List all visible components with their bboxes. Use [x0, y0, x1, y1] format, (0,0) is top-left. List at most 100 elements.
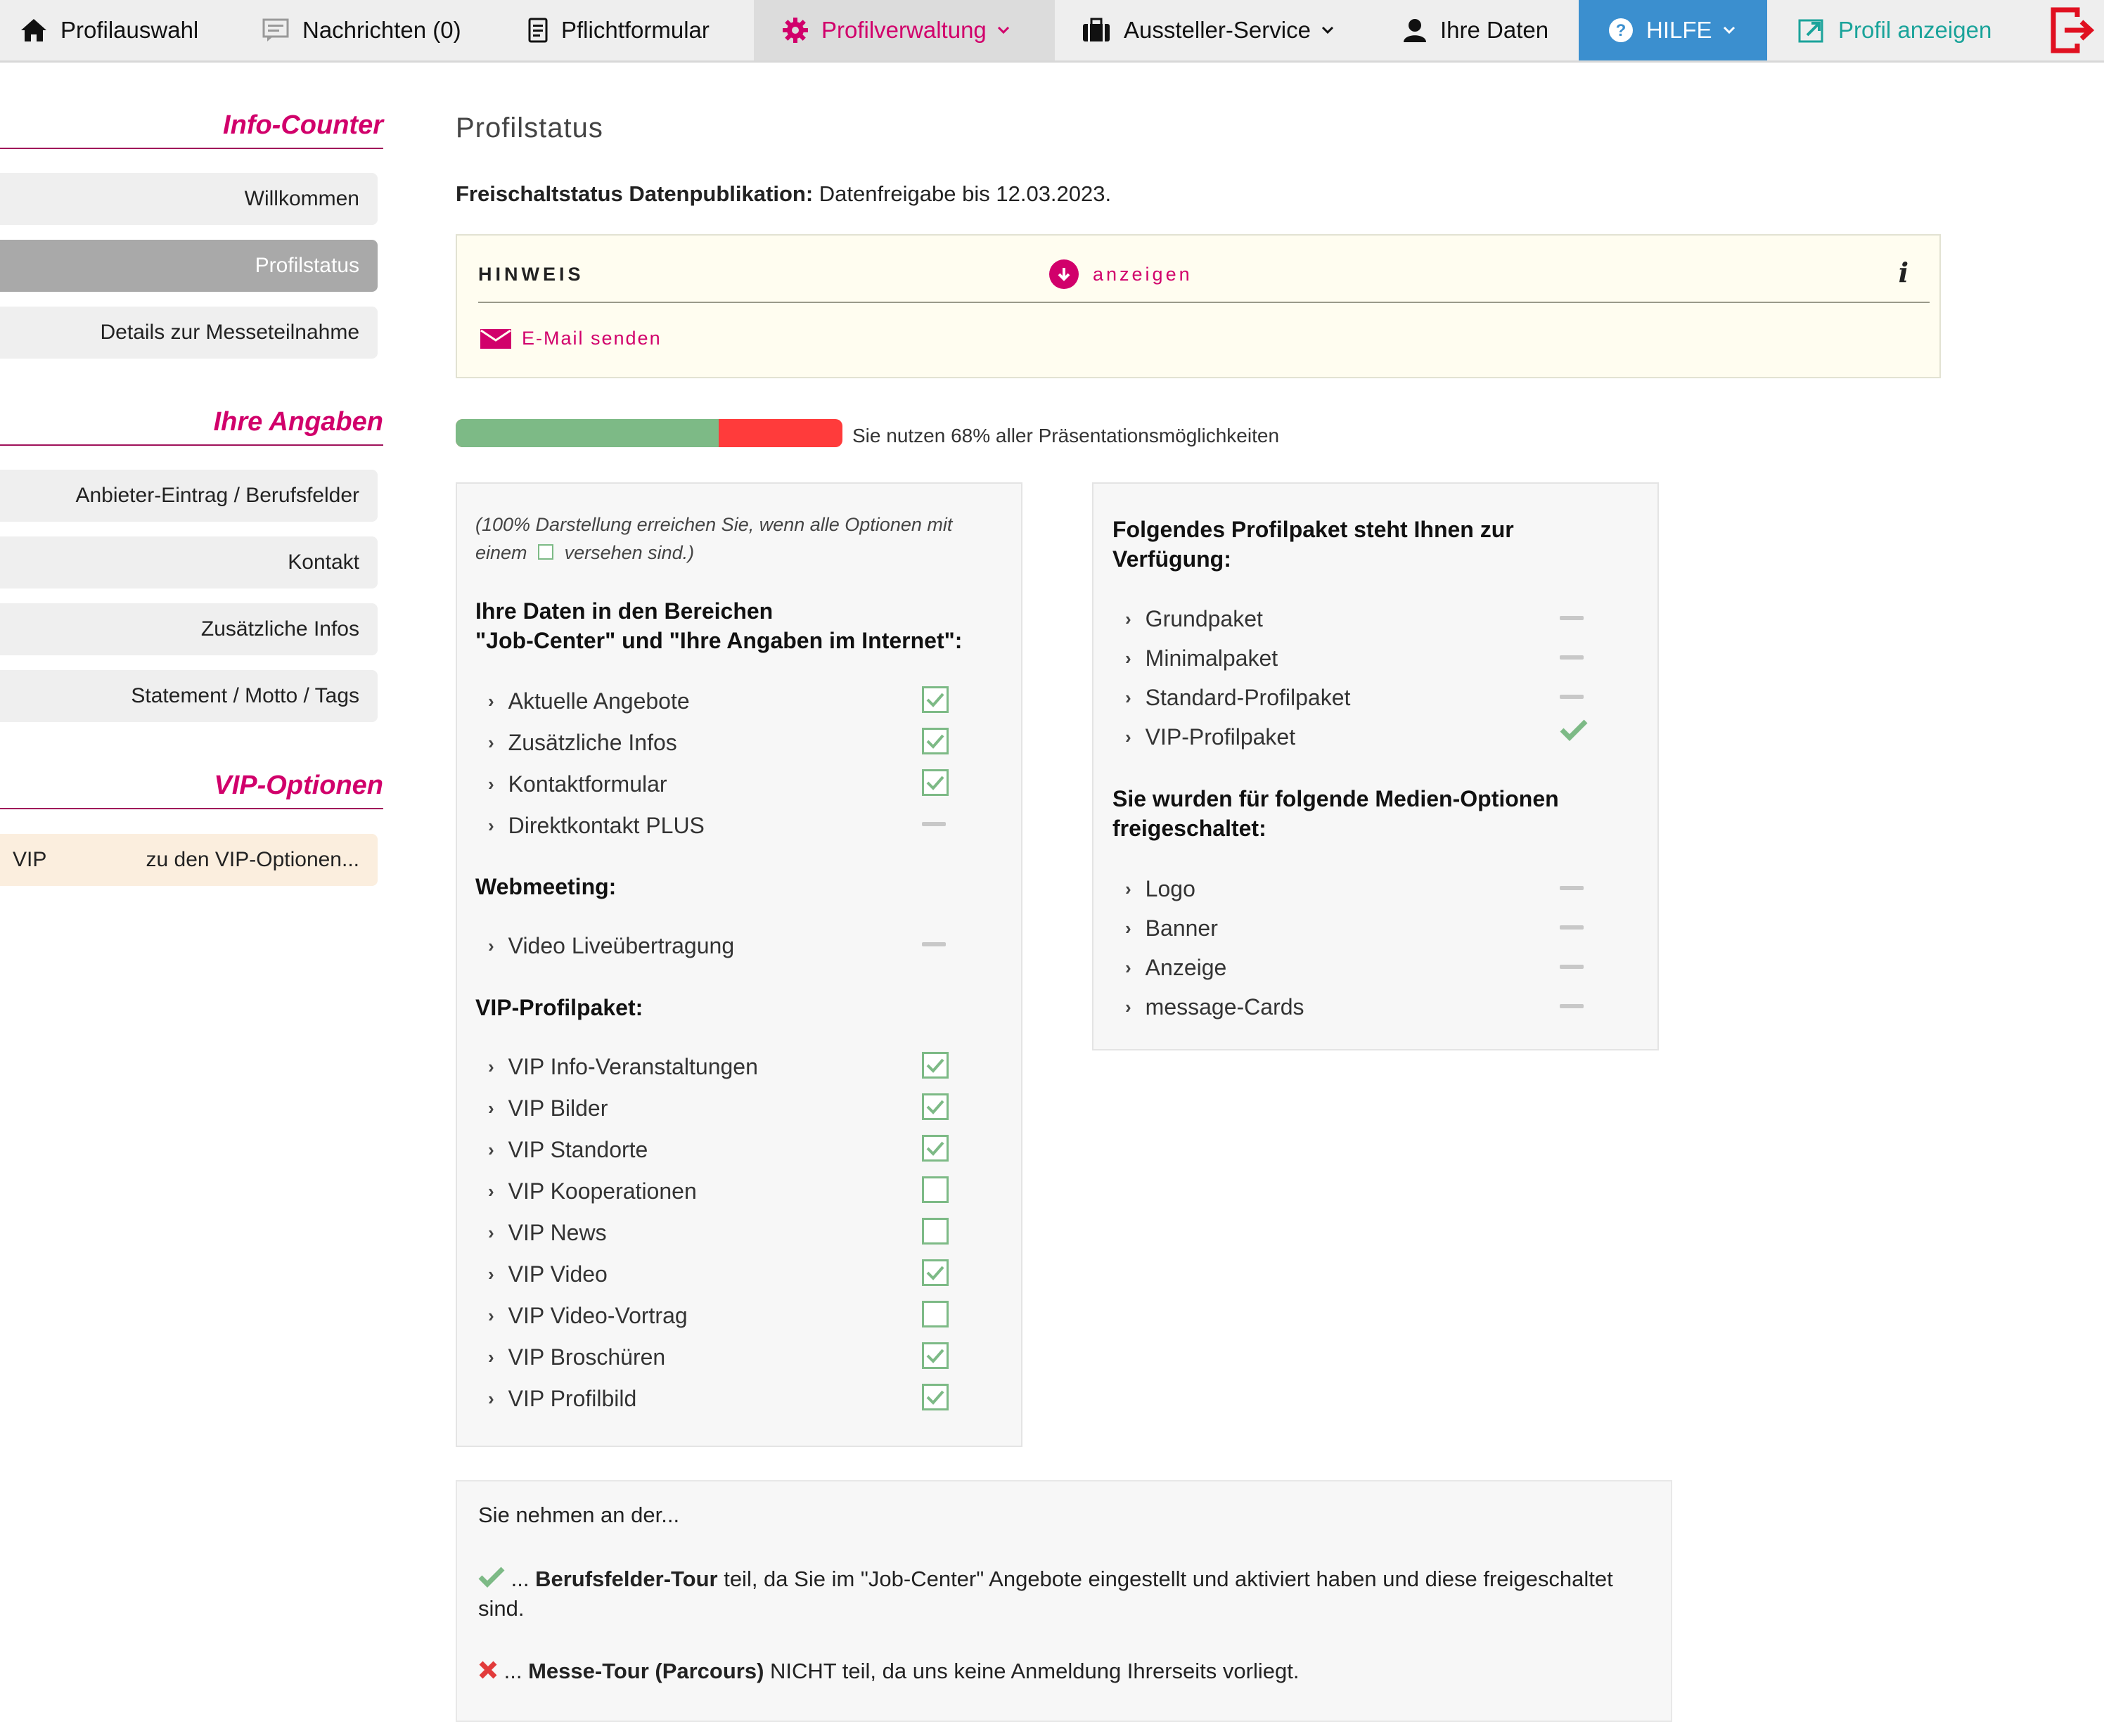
- status-indicator: [1560, 719, 1588, 745]
- nav-aussteller-service[interactable]: Aussteller-Service: [1082, 0, 1335, 60]
- chevron-right-icon: ›: [488, 1263, 494, 1285]
- sidebar-item-label: Statement / Motto / Tags: [131, 684, 359, 707]
- chevron-right-icon: ›: [488, 1097, 494, 1119]
- list-item: › VIP-Profilpaket: [1125, 724, 1296, 750]
- logout-button[interactable]: [2051, 0, 2104, 60]
- chevron-right-icon: ›: [488, 1304, 494, 1326]
- nav-profil-anzeigen-label: Profil anzeigen: [1838, 17, 1992, 43]
- status-indicator: [922, 1135, 949, 1162]
- dash-icon: [922, 822, 946, 826]
- nav-profilverwaltung[interactable]: Profilverwaltung: [754, 0, 1055, 60]
- list-item: › Anzeige: [1125, 954, 1227, 980]
- chevron-right-icon: ›: [488, 1180, 494, 1202]
- checkbox-checked-icon: [922, 1093, 949, 1120]
- status-indicator: [922, 1384, 949, 1410]
- status-indicator: [922, 769, 949, 796]
- nav-profil-anzeigen[interactable]: Profil anzeigen: [1797, 0, 1991, 60]
- list-item: › Direktkontakt PLUS: [488, 812, 705, 838]
- chevron-down-icon: [997, 26, 1009, 34]
- list-item: › VIP Video-Vortrag: [488, 1302, 688, 1328]
- options-note: (100% Darstellung erreichen Sie, wenn al…: [475, 510, 982, 567]
- chevron-right-icon: ›: [1125, 956, 1131, 978]
- list-item: › VIP Kooperationen: [488, 1178, 697, 1204]
- status-indicator: [1560, 644, 1584, 660]
- tour-line-berufsfelder: ... Berufsfelder-Tour teil, da Sie im "J…: [478, 1567, 1613, 1621]
- list-item: › VIP Profilbild: [488, 1385, 637, 1411]
- sidebar-item-profilstatus[interactable]: Profilstatus: [0, 240, 378, 292]
- chevron-down-icon: [1723, 26, 1735, 34]
- chevron-right-icon: ›: [1125, 917, 1131, 939]
- tour-participation-panel: Sie nehmen an der... ... Berufsfelder-To…: [456, 1480, 1672, 1722]
- list-item: › VIP Bilder: [488, 1095, 608, 1121]
- hinweis-show-button[interactable]: anzeigen: [1049, 259, 1193, 289]
- envelope-icon: [480, 328, 511, 349]
- list-item: › Kontaktformular: [488, 771, 667, 797]
- list-item: › VIP Standorte: [488, 1136, 648, 1162]
- page-title: Profilstatus: [456, 112, 603, 143]
- publication-status: Freischaltstatus Datenpublikation: Daten…: [456, 181, 1111, 207]
- status-indicator: [922, 811, 946, 826]
- dash-icon: [1560, 925, 1584, 930]
- sidebar-section-info-counter: Info-Counter: [0, 110, 383, 149]
- sidebar-item-details-messeteilnahme[interactable]: Details zur Messeteilnahme: [0, 307, 378, 359]
- list-item: › message-Cards: [1125, 994, 1304, 1020]
- list-item: › Standard-Profilpaket: [1125, 684, 1351, 710]
- home-icon: [21, 19, 46, 41]
- chevron-right-icon: ›: [1125, 726, 1131, 747]
- checkbox-checked-icon: [922, 1342, 949, 1369]
- nav-ihre-daten[interactable]: Ihre Daten: [1402, 0, 1548, 60]
- sidebar-item-zusaetzliche-infos[interactable]: Zusätzliche Infos: [0, 603, 378, 655]
- external-view-icon: [1798, 19, 1823, 43]
- tour-line-messe: ... Messe-Tour (Parcours) NICHT teil, da…: [478, 1659, 1299, 1684]
- nav-profilauswahl[interactable]: Profilauswahl: [20, 0, 198, 60]
- vip-tag: VIP: [13, 848, 47, 871]
- sidebar-section-title: VIP-Optionen: [214, 771, 383, 800]
- checkbox-empty-icon: [922, 1301, 949, 1327]
- logout-icon: [2051, 7, 2095, 53]
- sidebar-item-vip-optionen[interactable]: VIP zu den VIP-Optionen...: [0, 834, 378, 886]
- profile-progress-bar: [456, 419, 842, 447]
- nav-nachrichten[interactable]: Nachrichten (0): [262, 0, 461, 60]
- chevron-right-icon: ›: [488, 1055, 494, 1077]
- chevron-right-icon: ›: [488, 1221, 494, 1243]
- status-indicator: [922, 686, 949, 713]
- briefcase-icon: [1083, 18, 1110, 41]
- list-item: › VIP Broschüren: [488, 1344, 666, 1370]
- info-icon[interactable]: i: [1899, 257, 1909, 288]
- checkbox-checked-icon: [922, 769, 949, 796]
- progress-fill: [456, 419, 719, 447]
- chevron-right-icon: ›: [488, 1138, 494, 1160]
- dash-icon: [922, 942, 946, 946]
- status-indicator: [922, 1176, 949, 1203]
- status-value: Datenfreigabe bis 12.03.2023.: [813, 181, 1112, 206]
- list-item: › VIP News: [488, 1219, 607, 1245]
- divider: [478, 302, 1930, 303]
- sidebar-item-label: Profilstatus: [255, 254, 359, 277]
- nav-aussteller-service-label: Aussteller-Service: [1124, 17, 1311, 43]
- sidebar-section-title: Info-Counter: [223, 110, 383, 140]
- section-title-medien-optionen: Sie wurden für folgende Medien-Optionen f…: [1112, 786, 1559, 841]
- status-indicator: [922, 1218, 949, 1245]
- send-email-link[interactable]: E-Mail senden: [480, 328, 662, 349]
- sidebar-section-title: Ihre Angaben: [213, 407, 383, 437]
- help-icon: ?: [1609, 18, 1633, 42]
- section-title-vip-profilpaket: VIP-Profilpaket:: [475, 995, 643, 1020]
- status-indicator: [922, 1301, 949, 1327]
- status-indicator: [1560, 605, 1584, 620]
- sidebar-item-statement[interactable]: Statement / Motto / Tags: [0, 670, 378, 722]
- nav-pflichtformular[interactable]: Pflichtformular: [527, 0, 710, 60]
- status-indicator: [1560, 993, 1584, 1008]
- chevron-right-icon: ›: [488, 731, 494, 753]
- status-indicator: [922, 1342, 949, 1369]
- chevron-right-icon: ›: [488, 814, 494, 836]
- checkbox-checked-icon: [922, 1259, 949, 1286]
- section-title-webmeeting: Webmeeting:: [475, 874, 617, 899]
- section-title-profilpaket: Folgendes Profilpaket steht Ihnen zur Ver…: [1112, 517, 1514, 572]
- hinweis-show-label: anzeigen: [1093, 263, 1193, 285]
- gear-icon: [783, 18, 808, 43]
- sidebar-item-anbieter-eintrag[interactable]: Anbieter-Eintrag / Berufsfelder: [0, 470, 378, 522]
- sidebar-item-willkommen[interactable]: Willkommen: [0, 173, 378, 225]
- status-indicator: [922, 728, 949, 754]
- nav-hilfe[interactable]: ? HILFE: [1579, 0, 1767, 60]
- sidebar-item-kontakt[interactable]: Kontakt: [0, 536, 378, 589]
